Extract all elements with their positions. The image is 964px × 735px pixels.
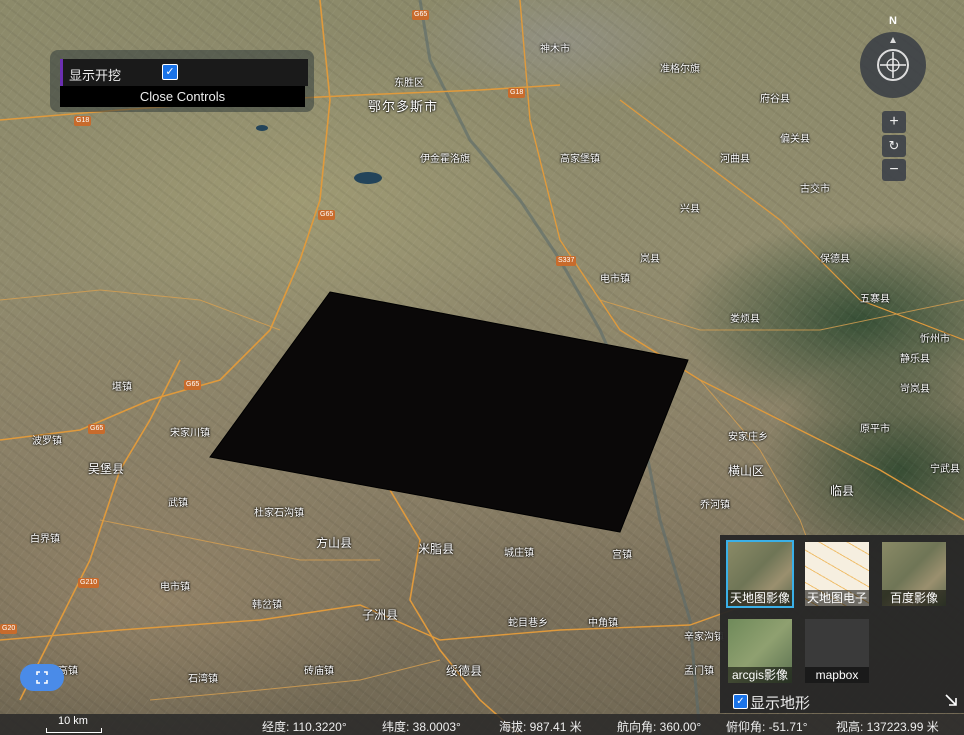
scale-line [46,728,102,733]
basemap-tile[interactable]: 天地图影像 [726,540,794,608]
place-label: 吴堡县 [88,462,125,476]
basemap-caption: 天地图影像 [728,590,792,606]
place-label: 宁武县 [930,464,960,475]
terrain-toggle[interactable]: ✓ 显示地形 [733,692,833,712]
status-bar: 10 km 经度: 110.3220° 纬度: 38.0003° 海拔: 987… [0,714,964,735]
road-number-badge: G65 [318,210,336,220]
place-label: 东胜区 [394,78,424,89]
basemap-caption: 百度影像 [882,590,946,606]
fullscreen-icon [36,671,48,684]
place-label: 米脂县 [418,542,455,556]
place-label: 河曲县 [720,154,750,165]
place-label: 城庄镇 [504,548,534,559]
basemap-tile[interactable]: 百度影像 [882,542,946,606]
place-label: 伊金霍洛旗 [420,154,470,165]
excavation-toggle-row: 显示开挖 ✓ [60,59,308,86]
basemap-caption: mapbox [805,667,869,683]
road-number-badge: G18 [508,88,526,98]
place-label: 绥德县 [446,664,483,678]
place-label: 五寨县 [860,294,890,305]
place-label: 方山县 [316,536,353,550]
place-label: 古交市 [800,184,830,195]
place-label: 石湾镇 [188,674,218,685]
road [0,289,281,331]
place-label: 武镇 [168,498,188,509]
lake [354,172,382,184]
place-label: 娄烦县 [730,314,760,325]
highway [389,489,521,735]
scale-label: 10 km [58,715,88,727]
collapse-arrow-icon[interactable] [944,693,958,707]
terrain-checkbox[interactable]: ✓ [733,694,748,709]
zoom-in-button[interactable]: + [882,111,906,133]
place-label: 忻州市 [920,334,950,345]
place-label: 横山区 [728,464,765,478]
basemap-tile[interactable]: 天地图电子 [805,542,869,606]
place-label: 中角镇 [588,618,618,629]
place-label: 白界镇 [30,534,60,545]
place-label: 府谷县 [760,94,790,105]
place-label: 宋家川镇 [170,428,210,439]
place-label: 宫镇 [612,550,632,561]
basemap-tile[interactable]: mapbox [805,619,869,683]
place-label: 高家堡镇 [560,154,600,165]
place-label: 堪镇 [112,382,132,393]
place-label: 孟门镇 [684,666,714,677]
place-label: 临县 [830,484,855,498]
basemap-caption: 天地图电子 [805,590,869,606]
road-number-badge: G65 [412,10,430,20]
fullscreen-button[interactable] [20,664,64,691]
place-label: 电市镇 [160,582,190,593]
north-indicator: N [889,15,897,27]
place-label: 偏关县 [780,134,810,145]
reset-view-button[interactable]: ↻ [882,135,906,157]
place-label: 电市镇 [600,274,630,285]
place-label: 鄂尔多斯市 [368,99,439,114]
pitch-readout: 俯仰角: -51.71° [726,720,808,734]
zoom-out-button[interactable]: − [882,159,906,181]
place-label: 安家庄乡 [728,432,768,443]
road-number-badge: G65 [88,424,106,434]
basemap-caption: arcgis影像 [728,667,792,683]
place-label: 保德县 [820,254,850,265]
place-label: 杜家石沟镇 [254,508,304,519]
place-label: 原平市 [860,424,890,435]
road-number-badge: G18 [74,116,92,126]
view-height-readout: 视高: 137223.99 米 [836,720,939,734]
road [599,299,964,331]
place-label: 岢岚县 [900,384,930,395]
elevation-readout: 海拔: 987.41 米 [499,720,582,734]
latitude-readout: 纬度: 38.0003° [382,720,461,734]
excavation-area [209,291,689,533]
road-number-badge: G20 [0,624,18,634]
place-label: 兴县 [680,204,700,215]
place-label: 蛇目巷乡 [508,618,548,629]
close-controls-button[interactable]: Close Controls [60,86,305,107]
place-label: 辛家沟镇 [684,632,724,643]
place-label: 波罗镇 [32,436,62,447]
place-label: 砖庙镇 [304,666,334,677]
place-label: 子洲县 [362,608,399,622]
excavation-toggle-label: 显示开挖 [69,68,122,83]
place-label: 岚县 [640,254,660,265]
terrain-toggle-label: 显示地形 [750,695,811,712]
basemap-tile[interactable]: arcgis影像 [728,619,792,683]
scale-bar: 10 km [46,714,102,733]
road-number-badge: S337 [556,256,577,266]
road-number-badge: G65 [184,380,202,390]
place-label: 韩岔镇 [252,600,282,611]
longitude-readout: 经度: 110.3220° [262,720,347,734]
heading-readout: 航向角: 360.00° [617,720,702,734]
lake [256,125,268,131]
place-label: 静乐县 [900,354,930,365]
place-label: 准格尔旗 [660,64,700,75]
place-label: 乔河镇 [700,500,730,511]
place-label: 神木市 [540,44,570,55]
road-number-badge: G210 [78,578,100,588]
excavation-checkbox[interactable]: ✓ [162,64,178,80]
crosshair-icon [880,37,906,78]
compass[interactable] [860,32,926,98]
